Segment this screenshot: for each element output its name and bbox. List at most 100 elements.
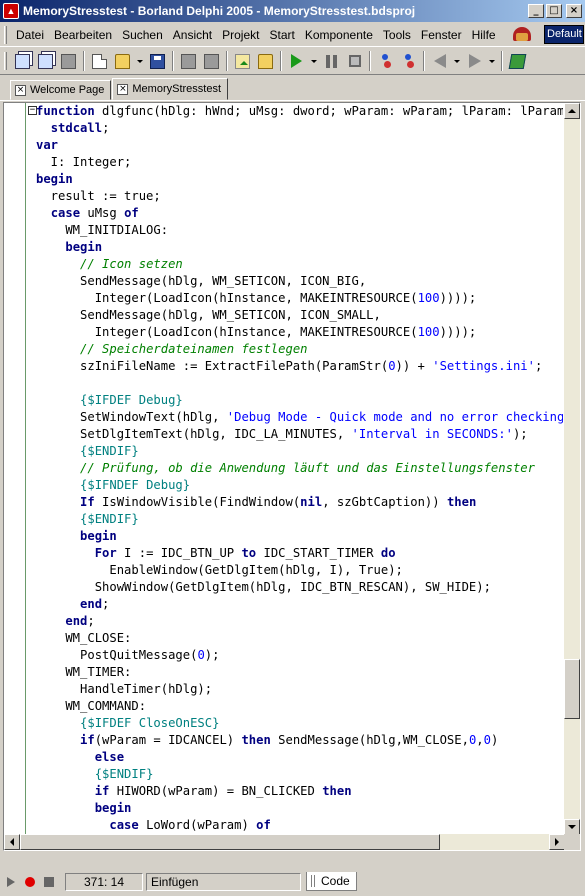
- code-line[interactable]: {$ENDIF}: [36, 511, 563, 528]
- code-line[interactable]: ShowWindow(GetDlgItem(hDlg, IDC_BTN_RESC…: [36, 579, 563, 596]
- new-items-button[interactable]: [12, 51, 33, 72]
- horizontal-scroll-thumb[interactable]: [20, 834, 440, 850]
- code-line[interactable]: else: [36, 749, 563, 766]
- menu-ansicht[interactable]: Ansicht: [168, 28, 217, 42]
- code-line[interactable]: case LoWord(wParam) of: [36, 817, 563, 834]
- menu-projekt[interactable]: Projekt: [217, 28, 264, 42]
- menu-fenster[interactable]: Fenster: [416, 28, 467, 42]
- code-line[interactable]: SetDlgItemText(hDlg, IDC_LA_MINUTES, 'In…: [36, 426, 563, 443]
- helmet-icon[interactable]: [511, 25, 533, 45]
- code-line[interactable]: Integer(LoadIcon(hInstance, MAKEINTRESOU…: [36, 290, 563, 307]
- code-line[interactable]: PostQuitMessage(0);: [36, 647, 563, 664]
- code-line[interactable]: If IsWindowVisible(FindWindow(nil, szGbt…: [36, 494, 563, 511]
- code-line[interactable]: HandleTimer(hDlg);: [36, 681, 563, 698]
- forward-dropdown-icon[interactable]: [489, 59, 495, 63]
- code-line[interactable]: {$ENDIF}: [36, 443, 563, 460]
- code-line[interactable]: end;: [36, 596, 563, 613]
- pause-button[interactable]: [321, 51, 342, 72]
- code-line[interactable]: if(wParam = IDCANCEL) then SendMessage(h…: [36, 732, 563, 749]
- open-button[interactable]: [112, 51, 133, 72]
- tab-code-view[interactable]: Code: [306, 872, 357, 891]
- code-line[interactable]: {$ENDIF}: [36, 766, 563, 783]
- menu-datei[interactable]: Datei: [11, 28, 49, 42]
- code-line[interactable]: SetWindowText(hDlg, 'Debug Mode - Quick …: [36, 409, 563, 426]
- tab-welcome-page[interactable]: × Welcome Page: [10, 80, 112, 100]
- code-line[interactable]: result := true;: [36, 188, 563, 205]
- macro-stop-button[interactable]: [41, 874, 57, 890]
- code-line[interactable]: begin: [36, 800, 563, 817]
- toggle-form-button[interactable]: [201, 51, 222, 72]
- code-line[interactable]: var: [36, 137, 563, 154]
- back-dropdown-icon[interactable]: [454, 59, 460, 63]
- open-dropdown-icon[interactable]: [137, 59, 143, 63]
- menu-bearbeiten[interactable]: Bearbeiten: [49, 28, 117, 42]
- code-line[interactable]: function dlgfunc(hDlg: hWnd; uMsg: dword…: [36, 103, 563, 120]
- run-button[interactable]: [286, 51, 307, 72]
- remove-from-project-button[interactable]: [255, 51, 276, 72]
- vertical-scrollbar[interactable]: [564, 103, 580, 835]
- code-line[interactable]: WM_CLOSE:: [36, 630, 563, 647]
- help-button[interactable]: [507, 51, 528, 72]
- maximize-button[interactable]: □: [546, 4, 562, 18]
- forward-button[interactable]: [464, 51, 485, 72]
- minimize-button[interactable]: _: [528, 4, 544, 18]
- code-line[interactable]: WM_COMMAND:: [36, 698, 563, 715]
- toolbar-grip[interactable]: [4, 52, 7, 70]
- close-icon[interactable]: ×: [15, 84, 26, 96]
- code-line[interactable]: stdcall;: [36, 120, 563, 137]
- code-line[interactable]: // Prüfung, ob die Anwendung läuft und d…: [36, 460, 563, 477]
- new-button[interactable]: [89, 51, 110, 72]
- code-line[interactable]: end;: [36, 613, 563, 630]
- save-button[interactable]: [147, 51, 168, 72]
- run-dropdown-icon[interactable]: [311, 59, 317, 63]
- code-line[interactable]: begin: [36, 239, 563, 256]
- code-line[interactable]: begin: [36, 528, 563, 545]
- scroll-left-button[interactable]: [4, 834, 20, 850]
- toolbar-grip[interactable]: [4, 25, 7, 44]
- program-reset-button[interactable]: [344, 51, 365, 72]
- horizontal-scrollbar[interactable]: [4, 834, 565, 850]
- code-line[interactable]: EnableWindow(GetDlgItem(hDlg, I), True);: [36, 562, 563, 579]
- vertical-scroll-thumb[interactable]: [564, 659, 580, 719]
- open-project-button[interactable]: [35, 51, 56, 72]
- code-line[interactable]: Integer(LoadIcon(hInstance, MAKEINTRESOU…: [36, 324, 563, 341]
- trace-into-button[interactable]: [375, 51, 396, 72]
- code-line[interactable]: SendMessage(hDlg, WM_SETICON, ICON_BIG,: [36, 273, 563, 290]
- code-line[interactable]: begin: [36, 171, 563, 188]
- code-line[interactable]: szIniFileName := ExtractFilePath(ParamSt…: [36, 358, 563, 375]
- view-form-button[interactable]: [178, 51, 199, 72]
- code-line[interactable]: case uMsg of: [36, 205, 563, 222]
- tab-memorystresstest[interactable]: × MemoryStresstest: [112, 78, 229, 100]
- code-editor[interactable]: − function dlgfunc(hDlg: hWnd; uMsg: dwo…: [3, 102, 581, 851]
- desktop-layout-select[interactable]: Default: [544, 25, 584, 44]
- menu-start[interactable]: Start: [264, 28, 299, 42]
- menu-tools[interactable]: Tools: [378, 28, 416, 42]
- scroll-up-button[interactable]: [564, 103, 580, 119]
- scroll-right-button[interactable]: [549, 834, 565, 850]
- add-to-project-button[interactable]: [232, 51, 253, 72]
- macro-record-button[interactable]: [22, 874, 38, 890]
- close-icon[interactable]: ×: [117, 83, 129, 95]
- code-line[interactable]: I: Integer;: [36, 154, 563, 171]
- back-button[interactable]: [429, 51, 450, 72]
- code-line[interactable]: WM_TIMER:: [36, 664, 563, 681]
- macro-play-button[interactable]: [3, 874, 19, 890]
- code-line[interactable]: For I := IDC_BTN_UP to IDC_START_TIMER d…: [36, 545, 563, 562]
- code-line[interactable]: if HIWORD(wParam) = BN_CLICKED then: [36, 783, 563, 800]
- close-button[interactable]: ×: [566, 4, 582, 18]
- code-line[interactable]: {$IFNDEF Debug}: [36, 477, 563, 494]
- menu-suchen[interactable]: Suchen: [117, 28, 168, 42]
- step-over-button[interactable]: [398, 51, 419, 72]
- view-units-button[interactable]: [58, 51, 79, 72]
- code-line[interactable]: // Icon setzen: [36, 256, 563, 273]
- code-line[interactable]: WM_INITDIALOG:: [36, 222, 563, 239]
- code-line[interactable]: [36, 375, 563, 392]
- menu-hilfe[interactable]: Hilfe: [467, 28, 501, 42]
- code-line[interactable]: {$IFDEF CloseOnESC}: [36, 715, 563, 732]
- code-line[interactable]: SendMessage(hDlg, WM_SETICON, ICON_SMALL…: [36, 307, 563, 324]
- code-line[interactable]: {$IFDEF Debug}: [36, 392, 563, 409]
- scroll-down-button[interactable]: [564, 819, 580, 835]
- menu-komponente[interactable]: Komponente: [300, 28, 378, 42]
- code-line[interactable]: // Speicherdateinamen festlegen: [36, 341, 563, 358]
- source-code[interactable]: function dlgfunc(hDlg: hWnd; uMsg: dword…: [36, 103, 563, 850]
